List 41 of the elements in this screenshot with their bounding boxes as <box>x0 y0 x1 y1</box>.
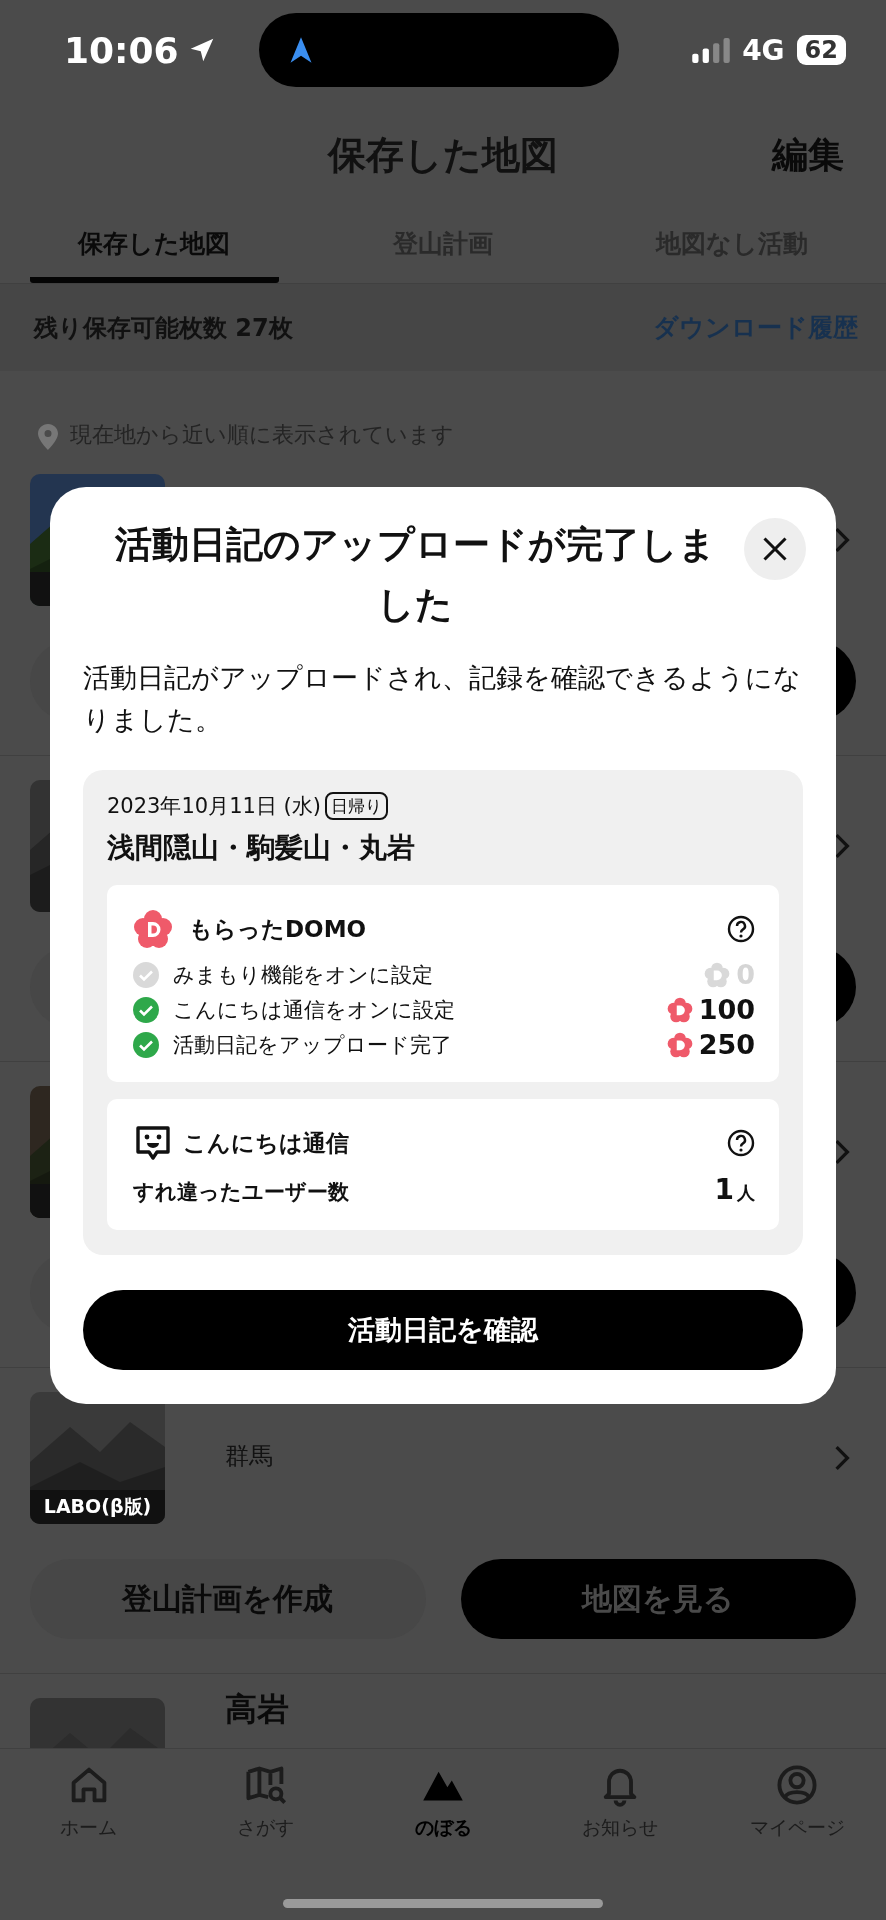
view-diary-button[interactable]: 活動日記を確認 <box>83 1290 803 1370</box>
encounter-unit: 人 <box>737 1181 755 1205</box>
encounter-label: すれ違ったユーザー数 <box>133 1179 350 1206</box>
domo-points: 250 <box>698 1029 755 1060</box>
battery-level: 62 <box>796 35 846 65</box>
chevron-right-icon[interactable] <box>834 1139 850 1165</box>
dialog-title: 活動日記のアップロードが完了しました <box>113 522 717 628</box>
record-title: 浅間隠山・駒髪山・丸岩 <box>107 830 416 866</box>
page-title: 保存した地図 <box>328 131 558 179</box>
labo-badge: LABO(β版) <box>30 1490 165 1524</box>
network-label: 4G <box>742 33 785 67</box>
day-trip-tag: 日帰り <box>324 792 388 820</box>
flower-icon <box>666 996 693 1023</box>
create-plan-button[interactable]: 登山計画を作成 <box>30 1559 426 1639</box>
flower-icon <box>666 1031 693 1058</box>
domo-task: 活動日記をアップロード完了 <box>173 1031 453 1059</box>
domo-task: こんにちは通信をオンに設定 <box>173 996 456 1024</box>
view-map-button[interactable]: 地図を見る <box>460 1559 856 1639</box>
help-icon[interactable] <box>727 915 755 943</box>
map-title: 高岩 <box>225 1689 289 1730</box>
flower-icon <box>704 961 731 988</box>
help-icon[interactable] <box>727 1129 755 1157</box>
encounter-count: 1 <box>714 1173 734 1206</box>
flower-icon <box>133 909 173 949</box>
pin-icon <box>38 424 58 450</box>
dialog-message: 活動日記がアップロードされ、記録を確認できるようになりました。 <box>83 661 802 737</box>
record-date: 2023年10月11日 (水) <box>107 793 321 820</box>
chat-face-icon <box>133 1123 173 1163</box>
nav-item[interactable]: のぼる <box>354 1763 532 1920</box>
encounter-heading: こんにちは通信 <box>183 1128 350 1158</box>
edit-button[interactable]: 編集 <box>772 130 844 180</box>
signal-icon <box>692 37 731 63</box>
chevron-right-icon[interactable] <box>834 833 850 859</box>
map-region: 群馬 <box>225 1441 274 1472</box>
chevron-right-icon[interactable] <box>834 527 850 553</box>
domo-task: みまもり機能をオンに設定 <box>173 961 434 989</box>
domo-heading: もらったDOMO <box>189 914 368 944</box>
status-time: 10:06 <box>64 29 179 71</box>
domo-points: 100 <box>698 994 755 1025</box>
navigation-arrow-icon <box>288 36 313 64</box>
close-icon <box>761 535 789 563</box>
